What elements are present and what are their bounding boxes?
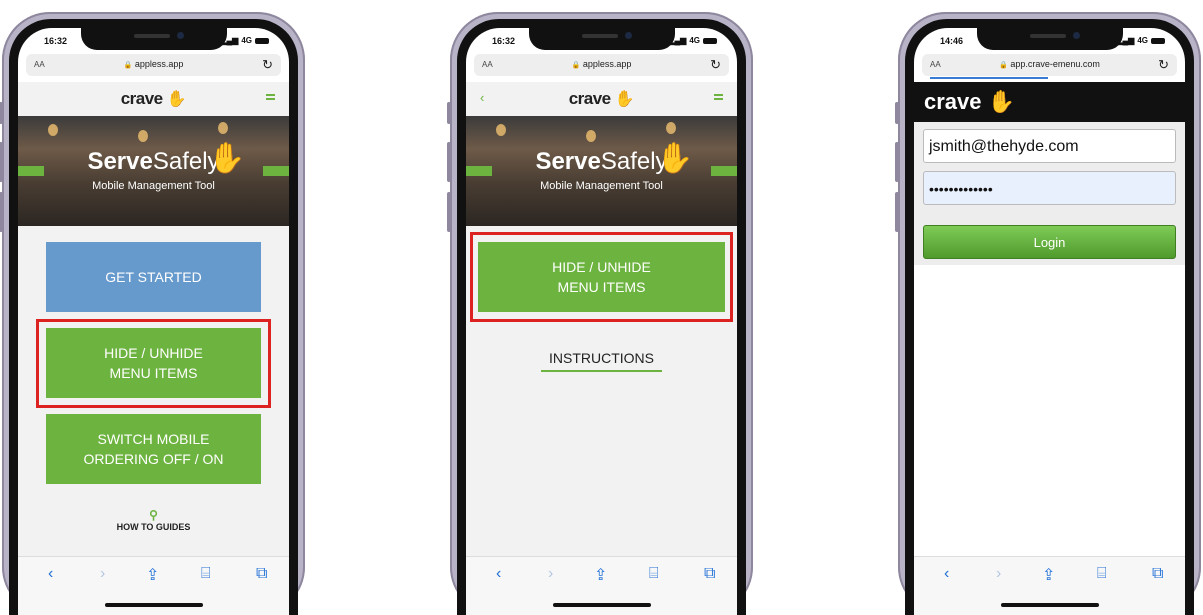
notch: [80, 28, 227, 50]
chevron-right-icon[interactable]: ›: [100, 565, 105, 583]
email-field[interactable]: jsmith@thehyde.com: [923, 129, 1176, 163]
battery-icon: [1151, 37, 1165, 44]
phone-bezel: 16:32 ▂▄▆ 4G AA 🔒 appless.app ↻ ‹ crave ✋…: [457, 19, 746, 615]
banner-title: ServeSafely: [87, 148, 220, 175]
reload-icon[interactable]: ↻: [262, 57, 273, 73]
crave-logo: crave ✋: [924, 89, 1016, 114]
address-bar[interactable]: AA 🔒 appless.app ↻: [474, 54, 729, 76]
volume-down-button: [895, 192, 899, 232]
home-indicator: [1000, 603, 1099, 607]
instructions-link[interactable]: INSTRUCTIONS: [466, 350, 737, 372]
mute-switch: [447, 102, 451, 124]
tabs-icon[interactable]: ⧉: [704, 565, 715, 583]
serve-safely-banner: ServeSafely ✋ Mobile Management Tool: [18, 116, 289, 226]
safari-toolbar: ‹ › ⇪ ⌸ ⧉: [466, 556, 737, 615]
phone-bezel: 16:32 ▂▄▆ 4G AA 🔒 appless.app ↻ crave ✋ S…: [9, 19, 298, 615]
wave-hand-icon: ✋: [208, 142, 246, 175]
volume-up-button: [447, 142, 451, 182]
highlight-box: [470, 232, 733, 322]
network-label: 4G: [241, 36, 252, 45]
screen: 16:32 ▂▄▆ 4G AA 🔒 appless.app ↻ ‹ crave ✋…: [466, 28, 737, 615]
home-indicator: [552, 603, 651, 607]
home-indicator: [104, 603, 203, 607]
status-time: 16:32: [492, 36, 516, 46]
login-button[interactable]: Login: [923, 225, 1176, 259]
share-icon[interactable]: ⇪: [146, 565, 159, 585]
address-bar[interactable]: AA 🔒 app.crave-emenu.com ↻: [922, 54, 1177, 79]
lock-icon: 🔒: [123, 62, 133, 69]
get-started-button[interactable]: GET STARTED: [46, 242, 261, 312]
reload-icon[interactable]: ↻: [1158, 57, 1169, 73]
address-bar[interactable]: AA 🔒 appless.app ↻: [26, 54, 281, 76]
url-text: app.crave-emenu.com: [1010, 59, 1100, 69]
chevron-right-icon[interactable]: ›: [548, 565, 553, 583]
notch: [976, 28, 1123, 50]
menu-items-content: HIDE / UNHIDE MENU ITEMS INSTRUCTIONS: [466, 226, 737, 557]
wave-hand-icon: ✋: [656, 142, 694, 175]
url-text: appless.app: [582, 59, 632, 69]
back-chevron-icon[interactable]: ‹: [480, 90, 484, 105]
phone-frame-3: 14:46 ▂▄▆ 4G AA 🔒 app.crave-emenu.com ↻ c…: [895, 12, 1201, 615]
status-time: 16:32: [44, 36, 68, 46]
highlight-box: [36, 319, 271, 408]
crave-hand-icon: ✋: [614, 91, 635, 108]
mute-switch: [895, 102, 899, 124]
lock-icon: 🔒: [571, 62, 581, 69]
share-icon[interactable]: ⇪: [594, 565, 607, 585]
banner-title: ServeSafely: [535, 148, 668, 175]
search-icon: ⚲: [149, 508, 158, 522]
screen: 16:32 ▂▄▆ 4G AA 🔒 appless.app ↻ crave ✋ S…: [18, 28, 289, 615]
switch-mobile-ordering-button[interactable]: SWITCH MOBILE ORDERING OFF / ON: [46, 414, 261, 484]
crave-hand-icon: ✋: [166, 91, 187, 108]
serve-safely-banner: ServeSafely ✋ Mobile Management Tool: [466, 116, 737, 226]
site-header: ‹ crave ✋: [466, 82, 737, 116]
menu-icon[interactable]: [714, 94, 723, 102]
chevron-left-icon[interactable]: ‹: [496, 565, 501, 583]
crave-logo[interactable]: crave ✋: [569, 89, 635, 109]
battery-icon: [703, 37, 717, 44]
safari-toolbar: ‹ › ⇪ ⌸ ⧉: [914, 556, 1185, 615]
book-icon[interactable]: ⌸: [1097, 565, 1107, 583]
screen: 14:46 ▂▄▆ 4G AA 🔒 app.crave-emenu.com ↻ c…: [914, 28, 1185, 615]
book-icon[interactable]: ⌸: [201, 565, 211, 583]
password-field[interactable]: •••••••••••••: [923, 171, 1176, 205]
crave-emenu-header: crave ✋: [914, 82, 1185, 122]
share-icon[interactable]: ⇪: [1042, 565, 1055, 585]
volume-down-button: [0, 192, 3, 232]
book-icon[interactable]: ⌸: [649, 565, 659, 583]
notch: [528, 28, 675, 50]
network-label: 4G: [689, 36, 700, 45]
home-content: GET STARTED HIDE / UNHIDE MENU ITEMS SWIT…: [18, 226, 289, 557]
chevron-right-icon[interactable]: ›: [996, 565, 1001, 583]
phone-bezel: 14:46 ▂▄▆ 4G AA 🔒 app.crave-emenu.com ↻ c…: [905, 19, 1194, 615]
battery-icon: [255, 37, 269, 44]
status-time: 14:46: [940, 36, 964, 46]
menu-icon[interactable]: [266, 94, 275, 102]
page-load-progress: [930, 77, 1048, 79]
lock-icon: 🔒: [999, 62, 1008, 69]
reload-icon[interactable]: ↻: [710, 57, 721, 73]
crave-hand-icon: ✋: [987, 89, 1016, 114]
volume-down-button: [447, 192, 451, 232]
chevron-left-icon[interactable]: ‹: [48, 565, 53, 583]
volume-up-button: [895, 142, 899, 182]
safari-toolbar: ‹ › ⇪ ⌸ ⧉: [18, 556, 289, 615]
phone-frame-1: 16:32 ▂▄▆ 4G AA 🔒 appless.app ↻ crave ✋ S…: [0, 12, 305, 615]
chevron-left-icon[interactable]: ‹: [944, 565, 949, 583]
network-label: 4G: [1137, 36, 1148, 45]
url-text: appless.app: [134, 59, 184, 69]
how-to-guides-link[interactable]: ⚲ HOW TO GUIDES: [18, 508, 289, 532]
login-form: jsmith@thehyde.com ••••••••••••• Login: [914, 122, 1185, 265]
volume-up-button: [0, 142, 3, 182]
mute-switch: [0, 102, 3, 124]
tabs-icon[interactable]: ⧉: [1152, 565, 1163, 583]
site-header: crave ✋: [18, 82, 289, 116]
crave-logo[interactable]: crave ✋: [121, 89, 187, 109]
banner-subtitle: Mobile Management Tool: [540, 180, 663, 192]
phone-frame-2: 16:32 ▂▄▆ 4G AA 🔒 appless.app ↻ ‹ crave ✋…: [447, 12, 753, 615]
banner-subtitle: Mobile Management Tool: [92, 180, 215, 192]
tabs-icon[interactable]: ⧉: [256, 565, 267, 583]
